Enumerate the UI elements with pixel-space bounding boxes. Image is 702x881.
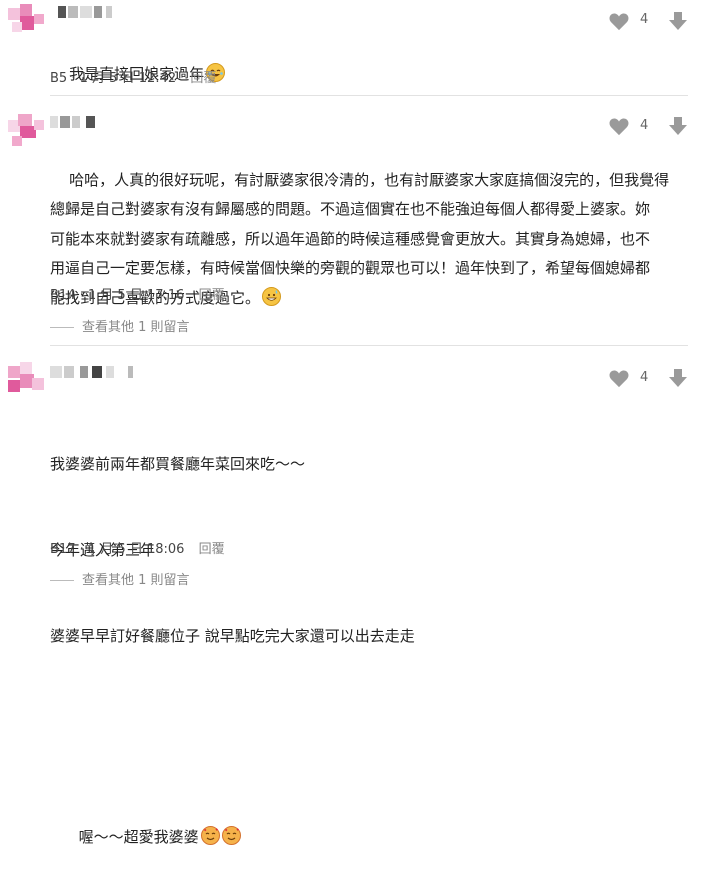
comment-meta: B14 · 1 月 5 日 17:16 回覆 [50,284,225,303]
comment-date: 1 月 5 日 12:42 [79,71,177,86]
comment-b14: 4 哈哈，人真的很好玩呢，有討厭婆家很冷清的，也有討厭婆家大家庭搞個沒完的，但我… [0,96,702,344]
text-line: 婆婆早早訂好餐廳位子 說早點吃完大家還可以出去走走 [50,627,415,645]
like-count: 4 [640,118,649,133]
text-line-final: 喔～～超愛我婆婆 [50,794,688,846]
dash-line [50,580,74,581]
reply-button[interactable]: 回覆 [199,288,225,303]
floor-label: B5 [50,71,68,86]
comment-meta: B17 · 1 月 5 日 18:06 回覆 [50,538,225,557]
meta-dot: · [79,542,84,557]
smiling-hearts-emoji [200,826,220,845]
like-count: 4 [640,370,649,385]
dash-line [50,327,74,328]
arrow-down-icon[interactable] [667,10,689,32]
avatar[interactable] [8,362,44,398]
reply-button[interactable]: 回覆 [190,71,216,86]
smiling-hearts-emoji [221,826,241,845]
comment-date: 1 月 5 日 17:16 [87,288,185,303]
comment-meta: B5 · 1 月 5 日 12:42 回覆 [50,67,216,86]
avatar[interactable] [8,4,44,40]
text-line-empty [50,708,688,736]
text-line: 我婆婆前兩年都買餐廳年菜回來吃～～ [50,455,306,473]
reply-button[interactable]: 回覆 [199,542,225,557]
floor-label: B14 [50,288,76,303]
heart-icon[interactable] [608,11,630,31]
comment-text: 我婆婆前兩年都買餐廳年菜回來吃～～ 今年邁入第三年 婆婆早早訂好餐廳位子 說早點… [50,392,688,880]
comment-b5: 4 我是直接回娘家過年 B5 · 1 月 5 日 12:42 回覆 [0,0,702,95]
meta-dot: · [71,71,76,86]
comment-text: 哈哈，人真的很好玩呢，有討厭婆家很冷清的，也有討厭婆家大家庭搞個沒完的，但我覺得… [50,170,670,307]
grinning-sweat-emoji [262,286,282,306]
heart-icon[interactable] [608,116,630,136]
arrow-down-icon[interactable] [667,115,689,137]
floor-label: B17 [50,542,76,557]
arrow-down-icon[interactable] [667,367,689,389]
heart-icon[interactable] [608,368,630,388]
comment-date: 1 月 5 日 18:06 [87,542,185,557]
avatar[interactable] [8,114,44,150]
view-more-replies[interactable]: 查看其他 1 則留言 [50,316,190,335]
comment-b17: 4 我婆婆前兩年都買餐廳年菜回來吃～～ 今年邁入第三年 婆婆早早訂好餐廳位子 說… [0,346,702,846]
view-more-replies[interactable]: 查看其他 1 則留言 [50,569,190,588]
like-count: 4 [640,12,649,27]
meta-dot: · [79,288,84,303]
